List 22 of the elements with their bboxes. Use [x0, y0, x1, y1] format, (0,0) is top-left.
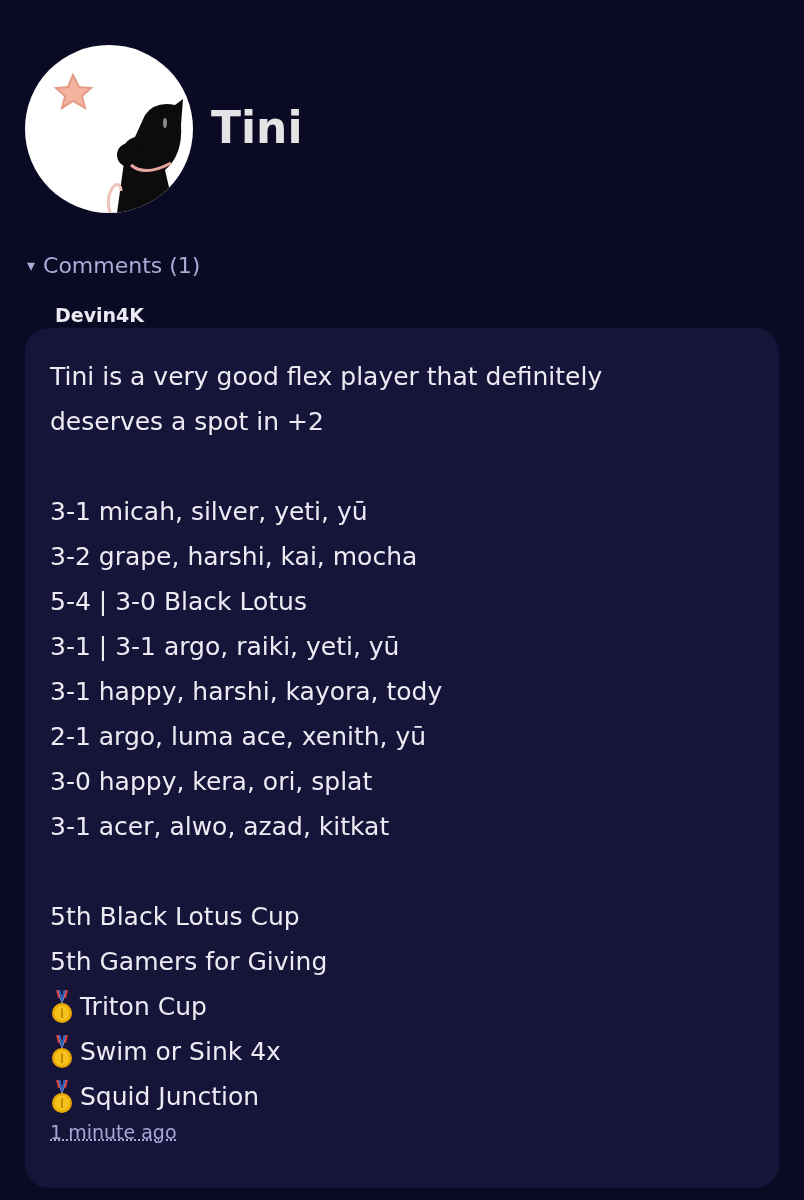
comment-line: Triton Cup — [80, 991, 207, 1023]
medal-icon — [50, 989, 74, 1024]
comment-line: Squid Junction — [80, 1081, 260, 1113]
comment-line: 5th Gamers for Giving — [50, 946, 328, 978]
comment-line: 3-1 happy, harshi, kayora, tody — [50, 676, 443, 708]
comment-line: 3-2 grape, harshi, kai, mocha — [50, 541, 418, 573]
comment-line: 2-1 argo, luma ace, xenith, yū — [50, 721, 427, 753]
profile-name: Tini — [211, 101, 303, 153]
comment-line: 3-0 happy, kera, ori, splat — [50, 766, 373, 798]
comment-line: 3-1 acer, alwo, azad, kitkat — [50, 811, 390, 843]
comment-line: Swim or Sink 4x — [80, 1036, 281, 1068]
medal-icon — [50, 1079, 74, 1114]
timestamp-link[interactable]: 1 minute ago — [50, 1121, 177, 1143]
comment-author: Devin4K — [55, 304, 146, 326]
comment-line: Tini is a very good flex player that definitely deserves a spot in +2 — [50, 361, 604, 438]
medal-icon — [50, 1034, 74, 1069]
comment-line: 5-4 | 3-0 Black Lotus — [50, 586, 307, 618]
comments-heading[interactable]: Comments (1) — [43, 253, 201, 278]
comment-line: 5th Black Lotus Cup — [50, 901, 300, 933]
comment-line: 3-1 | 3-1 argo, raiki, yeti, yū — [50, 631, 400, 663]
collapse-toggle[interactable]: ▾ — [27, 256, 36, 275]
comment-line: 3-1 micah, silver, yeti, yū — [50, 496, 368, 528]
